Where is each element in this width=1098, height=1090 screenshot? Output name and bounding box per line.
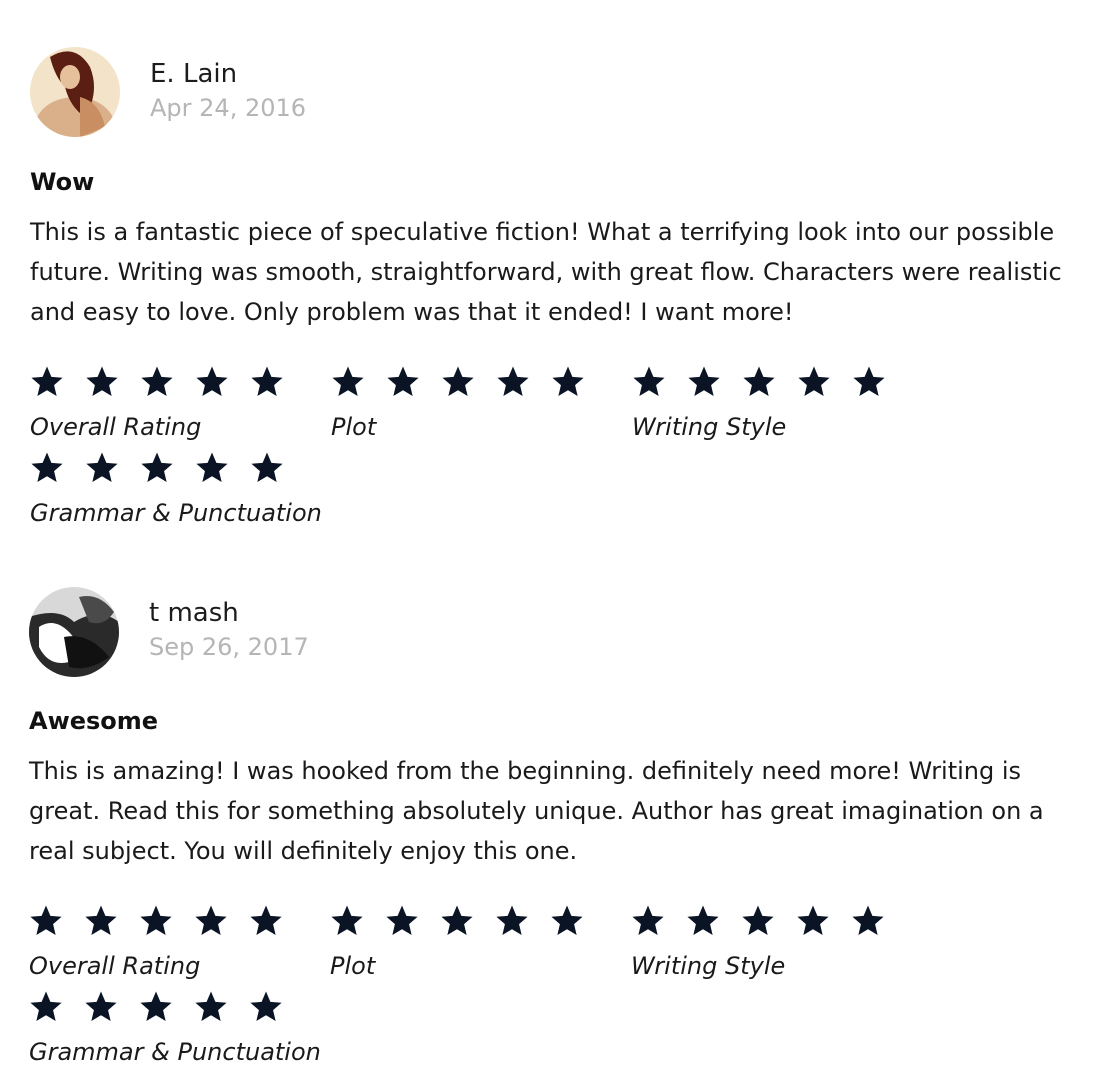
star-icon	[139, 903, 173, 937]
star-icon	[385, 903, 419, 937]
star-icon	[852, 364, 886, 398]
star-icon	[632, 364, 666, 398]
review-title: Awesome	[29, 707, 159, 735]
rating-writing-style: Writing Style	[631, 903, 931, 985]
star-icon	[687, 364, 721, 398]
rating-grammar: Grammar & Punctuation	[29, 989, 389, 1071]
star-icon	[85, 450, 119, 484]
star-icon	[250, 364, 284, 398]
star-row	[29, 989, 389, 1023]
star-icon	[386, 364, 420, 398]
rating-overall: Overall Rating	[29, 903, 329, 985]
star-icon	[194, 903, 228, 937]
star-icon	[441, 364, 475, 398]
review-date: Apr 24, 2016	[150, 94, 307, 122]
star-icon	[29, 903, 63, 937]
star-icon	[140, 364, 174, 398]
star-icon	[195, 450, 229, 484]
star-row	[331, 364, 631, 398]
star-icon	[140, 450, 174, 484]
reviewer-avatar[interactable]	[29, 587, 119, 677]
star-icon	[30, 364, 64, 398]
star-icon	[84, 903, 118, 937]
review-date: Sep 26, 2017	[149, 633, 309, 661]
rating-label: Writing Style	[631, 952, 786, 980]
review-body: This is a fantastic piece of speculative…	[30, 218, 1062, 326]
rating-label: Plot	[330, 952, 376, 980]
rating-plot: Plot	[331, 364, 631, 446]
rating-writing-style: Writing Style	[632, 364, 932, 446]
star-icon	[29, 989, 63, 1023]
rating-label: Grammar & Punctuation	[29, 1038, 321, 1066]
star-icon	[195, 364, 229, 398]
star-icon	[496, 364, 530, 398]
star-row	[330, 903, 630, 937]
star-icon	[250, 450, 284, 484]
star-icon	[742, 364, 776, 398]
rating-label: Writing Style	[632, 413, 787, 441]
star-icon	[330, 903, 364, 937]
star-icon	[550, 903, 584, 937]
reviewer-avatar[interactable]	[30, 47, 120, 137]
rating-overall: Overall Rating	[30, 364, 330, 446]
review-body: This is amazing! I was hooked from the b…	[29, 757, 1044, 865]
rating-grammar: Grammar & Punctuation	[30, 450, 390, 532]
star-icon	[495, 903, 529, 937]
star-icon	[331, 364, 365, 398]
rating-label: Overall Rating	[30, 413, 202, 441]
star-icon	[249, 903, 283, 937]
star-icon	[194, 989, 228, 1023]
star-icon	[551, 364, 585, 398]
star-icon	[851, 903, 885, 937]
star-icon	[30, 450, 64, 484]
reviewer-name[interactable]: t mash	[149, 597, 239, 629]
star-icon	[797, 364, 831, 398]
star-row	[29, 903, 329, 937]
avatar-image	[29, 587, 119, 677]
rating-label: Overall Rating	[29, 952, 201, 980]
star-icon	[440, 903, 474, 937]
star-row	[30, 450, 390, 484]
rating-label: Grammar & Punctuation	[30, 499, 322, 527]
star-icon	[85, 364, 119, 398]
star-icon	[741, 903, 775, 937]
star-icon	[139, 989, 173, 1023]
star-icon	[84, 989, 118, 1023]
star-icon	[631, 903, 665, 937]
rating-plot: Plot	[330, 903, 630, 985]
rating-label: Plot	[331, 413, 377, 441]
reviewer-name[interactable]: E. Lain	[150, 58, 237, 90]
star-row	[632, 364, 932, 398]
star-icon	[249, 989, 283, 1023]
star-icon	[686, 903, 720, 937]
star-icon	[796, 903, 830, 937]
star-row	[631, 903, 931, 937]
review-title: Wow	[30, 168, 95, 196]
avatar-image	[30, 47, 120, 137]
star-row	[30, 364, 330, 398]
